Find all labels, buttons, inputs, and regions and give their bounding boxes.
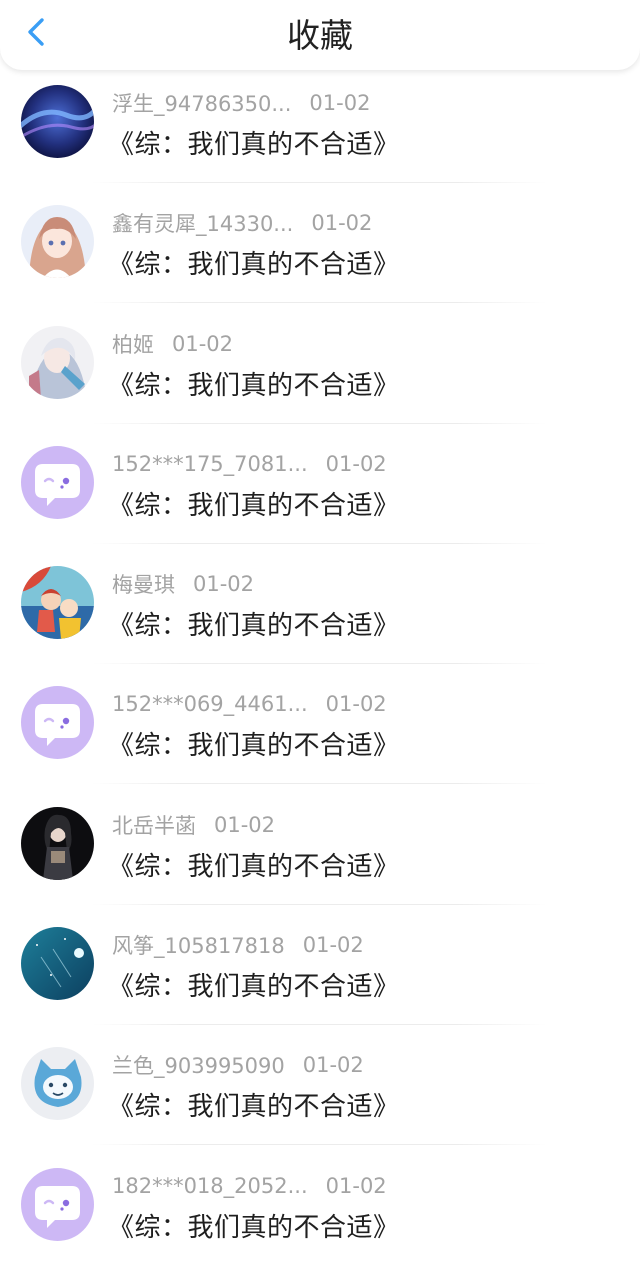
user-name[interactable]: 风筝_105817818 (112, 930, 285, 960)
book-title[interactable]: 《综：我们真的不合适》 (108, 1207, 400, 1244)
divider (92, 903, 547, 905)
list-item[interactable]: 152***069_4461... 01-02 《综：我们真的不合适》 (0, 673, 640, 793)
book-title[interactable]: 《综：我们真的不合适》 (108, 485, 400, 522)
list-item[interactable]: 182***018_2052... 01-02 《综：我们真的不合适》 (0, 1155, 640, 1275)
avatar[interactable] (21, 325, 94, 399)
list-item[interactable]: 风筝_105817818 01-02 《综：我们真的不合适》 (0, 914, 640, 1034)
date-label: 01-02 (325, 451, 387, 476)
book-title[interactable]: 《综：我们真的不合适》 (108, 244, 400, 281)
book-title[interactable]: 《综：我们真的不合适》 (108, 365, 400, 402)
page-title: 收藏 (287, 16, 353, 55)
book-title[interactable]: 《综：我们真的不合适》 (108, 605, 400, 642)
divider (92, 182, 547, 183)
chat-bubble-icon (21, 1167, 94, 1241)
user-name[interactable]: 柏姬 (112, 329, 154, 359)
avatar[interactable] (21, 806, 94, 880)
avatar[interactable] (21, 566, 94, 640)
date-label: 01-02 (302, 933, 364, 958)
date-label: 01-02 (325, 1173, 387, 1198)
top-nav-bar: 收藏 (0, 0, 640, 70)
date-label: 01-02 (172, 331, 234, 356)
date-label: 01-02 (309, 91, 371, 115)
user-name[interactable]: 北岳半菡 (112, 810, 196, 840)
date-label: 01-02 (302, 1053, 364, 1078)
avatar[interactable] (21, 1047, 94, 1121)
list-item[interactable]: 鑫有灵犀_14330... 01-02 《综：我们真的不合适》 (0, 192, 640, 312)
divider (92, 422, 547, 424)
list-item[interactable]: 梅曼琪 01-02 《综：我们真的不合适》 (0, 553, 640, 673)
divider (92, 302, 547, 304)
list-item[interactable]: 柏姬 01-02 《综：我们真的不合适》 (0, 313, 640, 433)
user-name[interactable]: 鑫有灵犀_14330... (112, 208, 293, 238)
user-name[interactable]: 兰色_903995090 (112, 1050, 285, 1080)
chat-bubble-icon (21, 686, 94, 760)
avatar[interactable] (21, 1167, 94, 1241)
avatar[interactable] (21, 927, 94, 1001)
date-label: 01-02 (311, 211, 373, 236)
list-item[interactable]: 兰色_903995090 01-02 《综：我们真的不合适》 (0, 1034, 640, 1154)
avatar[interactable] (21, 85, 94, 158)
list-item[interactable]: 北岳半菡 01-02 《综：我们真的不合适》 (0, 794, 640, 914)
date-label: 01-02 (325, 692, 387, 717)
divider (92, 1024, 547, 1026)
book-title[interactable]: 《综：我们真的不合适》 (108, 1086, 400, 1123)
divider (92, 1144, 547, 1146)
list-item[interactable]: 152***175_7081... 01-02 《综：我们真的不合适》 (0, 433, 640, 553)
divider (92, 542, 547, 544)
list-item[interactable]: 浮生_94786350... 01-02 《综：我们真的不合适》 (0, 72, 640, 192)
user-name[interactable]: 182***018_2052... (112, 1174, 308, 1198)
divider (92, 663, 547, 665)
book-title[interactable]: 《综：我们真的不合适》 (108, 725, 400, 762)
book-title[interactable]: 《综：我们真的不合适》 (108, 966, 400, 1003)
user-name[interactable]: 152***069_4461... (112, 692, 308, 716)
user-name[interactable]: 152***175_7081... (112, 452, 308, 476)
user-name[interactable]: 梅曼琪 (112, 569, 175, 599)
avatar[interactable] (21, 445, 94, 519)
favorites-list: 浮生_94786350... 01-02 《综：我们真的不合适》 鑫有灵犀_14… (0, 72, 640, 1275)
divider (92, 783, 547, 785)
avatar[interactable] (21, 686, 94, 760)
date-label: 01-02 (214, 812, 276, 837)
avatar[interactable] (21, 205, 94, 279)
book-title[interactable]: 《综：我们真的不合适》 (108, 124, 400, 161)
user-name[interactable]: 浮生_94786350... (112, 88, 291, 118)
book-title[interactable]: 《综：我们真的不合适》 (108, 846, 400, 883)
date-label: 01-02 (193, 572, 255, 597)
chat-bubble-icon (21, 445, 94, 519)
